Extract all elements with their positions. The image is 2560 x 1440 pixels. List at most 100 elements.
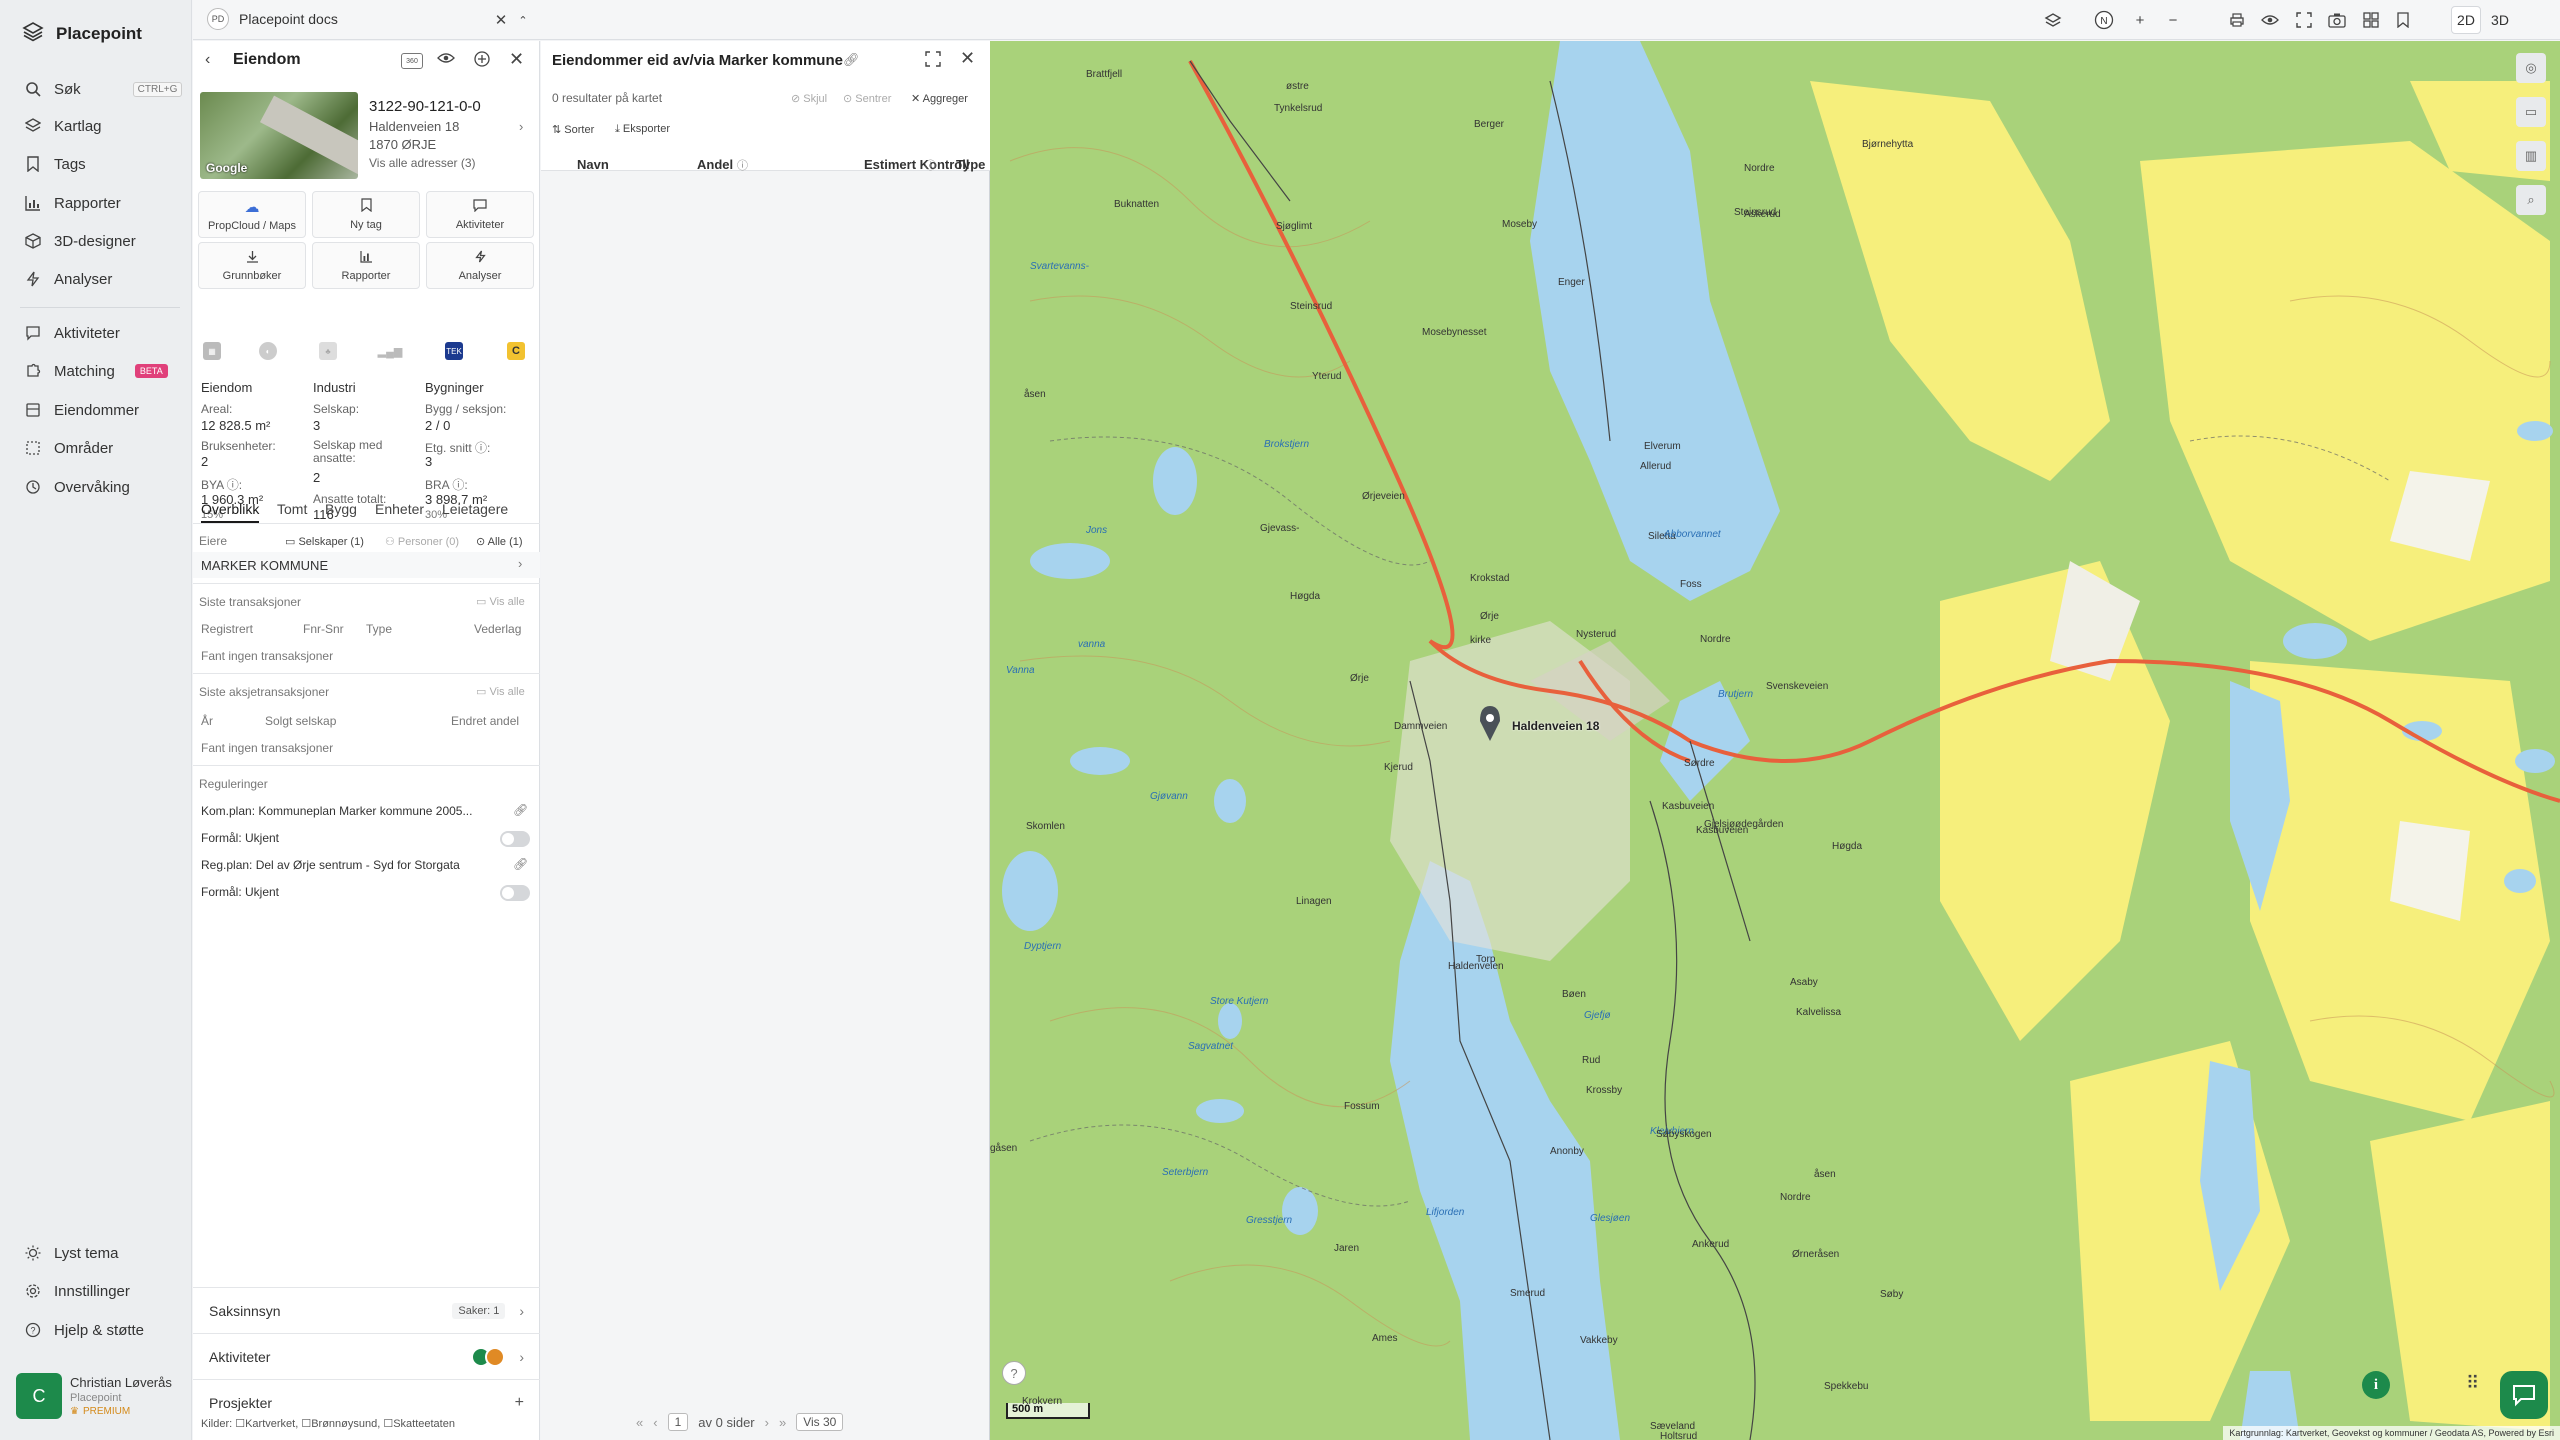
sidebar-item-search[interactable]: Søk CTRL+G — [24, 76, 183, 102]
fullscreen-icon[interactable] — [2294, 10, 2314, 30]
per-page-select[interactable]: Vis 30 — [796, 1413, 844, 1431]
ruler-icon[interactable]: ▭ — [2516, 97, 2546, 127]
sidebar-item-settings[interactable]: Innstillinger — [24, 1278, 130, 1304]
mode-3d-button[interactable]: 3D — [2485, 6, 2515, 34]
filter-selskaper[interactable]: ▭ Selskaper (1) — [285, 535, 364, 548]
search-area-icon[interactable]: ⌕ — [2516, 185, 2546, 215]
back-arrow-icon[interactable]: ‹ — [205, 51, 210, 69]
map-tool-icon[interactable]: ◎ — [2516, 53, 2546, 83]
c-logo[interactable]: C — [507, 342, 525, 360]
col-estimert-kontroll[interactable]: Estimert Kontroll — [864, 157, 969, 172]
map-view[interactable]: Haldenveien 18 ◎ ▭ ▥ ⌕ ? 500 m i ⠿ Kartg… — [990, 41, 2560, 1440]
street-view-thumbnail[interactable]: Google — [200, 92, 358, 179]
zoom-out-icon[interactable]: − — [2163, 10, 2183, 30]
new-tag-button[interactable]: Ny tag — [312, 191, 420, 238]
center-button[interactable]: ⊙ Sentrer — [843, 92, 891, 105]
sidebar-item-matching[interactable]: Matching BETA — [24, 358, 168, 384]
all-addresses-link[interactable]: Vis alle adresser (3) — [369, 156, 476, 170]
col-andel[interactable]: Andel — [697, 157, 733, 172]
chat-support-icon[interactable] — [2500, 1371, 2548, 1419]
help-icon[interactable]: ? — [1002, 1361, 1026, 1385]
sidebar-item-theme[interactable]: Lyst tema — [24, 1240, 118, 1266]
360-view-icon[interactable]: 360 — [401, 53, 423, 69]
propcloud-button[interactable]: ☁ PropCloud / Maps — [198, 191, 306, 238]
print-icon[interactable] — [2227, 10, 2247, 30]
last-page-icon[interactable]: » — [779, 1415, 786, 1430]
chevron-right-icon[interactable]: › — [519, 119, 523, 134]
grid-icon[interactable] — [2361, 10, 2381, 30]
info-icon[interactable]: i — [2362, 1371, 2390, 1399]
link-icon[interactable]: 🔗︎ — [513, 803, 528, 817]
document-tab[interactable]: PD Placepoint docs — [207, 8, 338, 30]
sidebar-item-3d-designer[interactable]: 3D-designer — [24, 228, 136, 254]
chart-icon[interactable]: ▥ — [2516, 141, 2546, 171]
add-icon[interactable]: + — [515, 1394, 524, 1412]
info-icon[interactable]: ⓘ — [925, 157, 936, 173]
user-profile[interactable]: C Christian Løverås Placepoint ♛ PREMIUM — [16, 1368, 182, 1424]
first-page-icon[interactable]: « — [636, 1415, 643, 1430]
owner-row[interactable]: MARKER KOMMUNE › — [193, 552, 540, 578]
sidebar-item-aktiviteter[interactable]: Aktiviteter — [24, 320, 120, 346]
filter-alle[interactable]: ⊙ Alle (1) — [476, 535, 523, 548]
export-button[interactable]: ⤓ Eksporter — [615, 123, 670, 136]
tab-enheter[interactable]: Enheter — [375, 501, 424, 517]
sidebar-item-eiendommer[interactable]: Eiendommer — [24, 397, 139, 423]
hide-button[interactable]: ⊘ Skjul — [791, 92, 827, 105]
sidebar-item-tags[interactable]: Tags — [24, 151, 86, 177]
expand-icon[interactable] — [925, 51, 941, 70]
sidebar-item-help[interactable]: ? Hjelp & støtte — [24, 1317, 144, 1343]
close-icon[interactable]: ✕ — [509, 49, 524, 70]
grunnboker-button[interactable]: Grunnbøker — [198, 242, 306, 289]
tab-overblikk[interactable]: Overblikk — [201, 501, 260, 523]
col-registrert: Registrert — [201, 622, 254, 636]
source-logo-icon[interactable]: ▦ — [203, 342, 221, 360]
sidebar-item-rapporter[interactable]: Rapporter — [24, 190, 121, 216]
sidebar-item-omrader[interactable]: Områder — [24, 435, 113, 461]
compass-north-icon[interactable]: N — [2094, 10, 2114, 30]
tab-bygg[interactable]: Bygg — [325, 501, 357, 517]
activities-button[interactable]: Aktiviteter — [426, 191, 534, 238]
info-icon[interactable]: ⓘ — [737, 157, 748, 173]
camera-icon[interactable] — [2327, 10, 2347, 30]
link-icon[interactable]: 🔗︎ — [513, 857, 528, 871]
close-tab-icon[interactable]: ✕ — [491, 10, 511, 30]
sidebar-item-overvaking[interactable]: Overvåking — [24, 474, 130, 500]
saksinnsyn-row[interactable]: Saksinnsyn Saker: 1 › — [193, 1287, 540, 1333]
aggregate-button[interactable]: ✕ Aggreger — [911, 92, 968, 105]
tek-logo[interactable]: TEK — [445, 342, 463, 360]
source-logo-icon[interactable]: ▂▄▆ — [378, 342, 402, 360]
filter-personer[interactable]: ⚇ Personer (0) — [385, 535, 459, 548]
col-type[interactable]: Type — [956, 157, 985, 172]
col-navn[interactable]: Navn — [577, 157, 609, 172]
reports-button[interactable]: Rapporter — [312, 242, 420, 289]
next-page-icon[interactable]: › — [765, 1415, 769, 1430]
tab-leietagere[interactable]: Leietagere — [442, 501, 508, 517]
prev-page-icon[interactable]: ‹ — [653, 1415, 657, 1430]
show-all-link[interactable]: ▭ Vis alle — [476, 595, 525, 608]
drag-handle-icon[interactable]: ⠿ — [2466, 1373, 2479, 1394]
expand-collapse-icon[interactable]: ⌃ — [513, 10, 533, 30]
mode-2d-button[interactable]: 2D — [2451, 6, 2481, 34]
sidebar-item-analyser[interactable]: Analyser — [24, 266, 112, 292]
map-marker-label[interactable]: Haldenveien 18 — [1512, 719, 1599, 733]
bookmark-icon[interactable] — [2393, 10, 2413, 30]
zoom-in-icon[interactable]: + — [2130, 10, 2150, 30]
page-select[interactable]: 1 — [667, 1413, 689, 1431]
analyses-button[interactable]: Analyser — [426, 242, 534, 289]
sidebar-item-kartlag[interactable]: Kartlag — [24, 113, 102, 139]
source-logo-icon[interactable]: ♣ — [319, 342, 337, 360]
layers-toggle-icon[interactable] — [2043, 10, 2063, 30]
eye-icon[interactable] — [2260, 10, 2280, 30]
app-brand[interactable]: Placepoint — [22, 20, 142, 47]
source-logo-icon[interactable]: ◐ — [259, 342, 277, 360]
add-circle-icon[interactable] — [473, 50, 491, 71]
link-icon[interactable]: 🔗︎ — [843, 52, 860, 68]
sort-button[interactable]: ⇅ Sorter — [552, 123, 594, 136]
regulation-toggle[interactable] — [500, 831, 530, 847]
close-icon[interactable]: ✕ — [960, 48, 975, 69]
tab-tomt[interactable]: Tomt — [277, 501, 307, 517]
activities-row[interactable]: Aktiviteter › — [193, 1333, 540, 1379]
regulation-toggle[interactable] — [500, 885, 530, 901]
eye-icon[interactable] — [437, 51, 455, 68]
show-all-link[interactable]: ▭ Vis alle — [476, 685, 525, 698]
